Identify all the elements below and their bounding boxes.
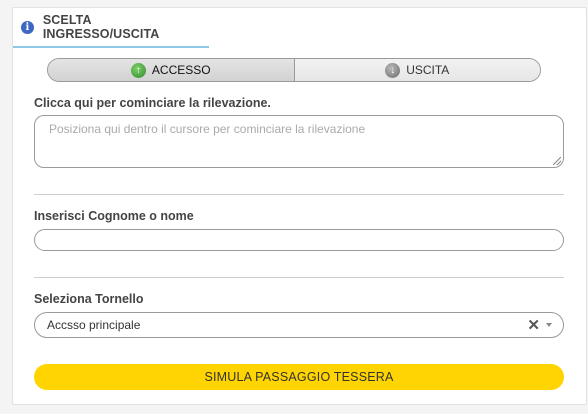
panel-title: SCELTA INGRESSO/USCITA xyxy=(42,13,160,41)
divider xyxy=(34,194,564,195)
chevron-down-icon[interactable] xyxy=(546,323,552,327)
arrow-down-icon: ↓ xyxy=(385,62,401,78)
clear-icon[interactable]: ✕ xyxy=(527,316,540,334)
tornello-selected-value: Accsso principale xyxy=(47,318,141,332)
exit-button[interactable]: ↓ USCITA xyxy=(294,59,540,81)
rilevazione-textarea[interactable]: Posiziona qui dentro il cursore per comi… xyxy=(34,115,564,168)
simulate-card-swipe-button[interactable]: SIMULA PASSAGGIO TESSERA xyxy=(34,364,564,390)
info-icon: i xyxy=(21,20,34,34)
search-label: Inserisci Cognome o nome xyxy=(34,209,194,223)
panel-header-tab: i SCELTA INGRESSO/USCITA xyxy=(13,8,209,48)
resize-grip-icon[interactable] xyxy=(553,157,561,165)
arrow-up-icon: ↑ xyxy=(130,62,146,78)
entry-exit-toggle: ↑ ACCESSO ↓ USCITA xyxy=(47,58,541,82)
entry-exit-panel: i SCELTA INGRESSO/USCITA ↑ ACCESSO ↓ USC… xyxy=(12,7,587,405)
divider xyxy=(34,277,564,278)
rilevazione-placeholder: Posiziona qui dentro il cursore per comi… xyxy=(49,122,366,136)
exit-button-label: USCITA xyxy=(406,63,450,77)
name-search-input[interactable] xyxy=(34,229,564,251)
entry-button-label: ACCESSO xyxy=(151,63,211,77)
tornello-select[interactable]: Accsso principale ✕ xyxy=(34,312,564,338)
tornello-label: Seleziona Tornello xyxy=(34,292,144,306)
rilevazione-label: Clicca qui per cominciare la rilevazione… xyxy=(34,96,271,110)
entry-button[interactable]: ↑ ACCESSO xyxy=(48,59,295,81)
